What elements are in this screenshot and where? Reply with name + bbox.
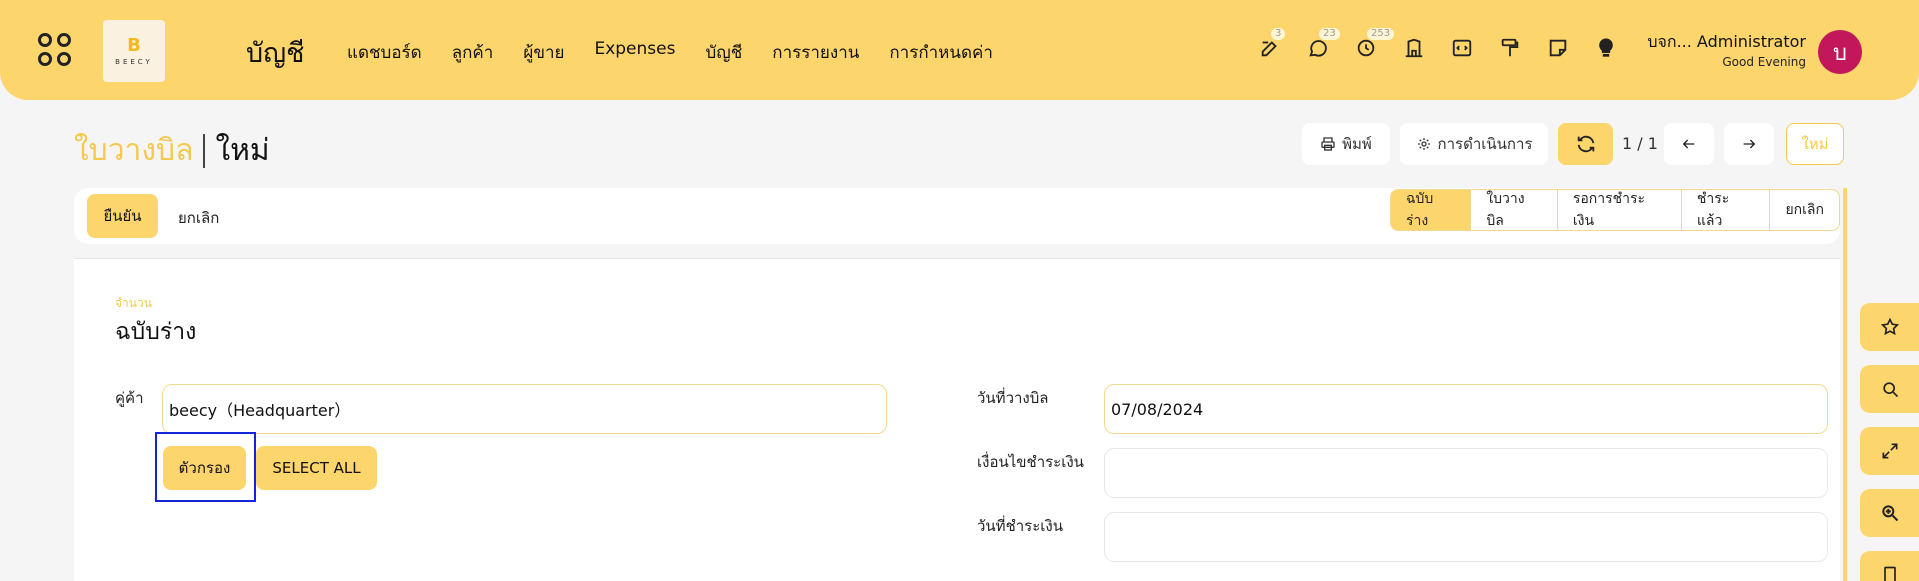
document-name: ฉบับร่าง: [115, 319, 197, 345]
form-sheet: จำนวน ฉบับร่าง คู่ค้า beecy（Headquarter）…: [74, 258, 1840, 581]
prev-record-button[interactable]: [1664, 123, 1714, 165]
bill-date-field[interactable]: 07/08/2024: [1104, 384, 1828, 434]
document-icon: [1883, 566, 1896, 581]
refresh-button[interactable]: [1558, 123, 1613, 165]
breadcrumb: ใบวางบิล ใหม่: [74, 127, 270, 174]
lightbulb-icon[interactable]: [1594, 36, 1618, 60]
status-bar: ยืนยัน ยกเลิก ฉบับร่าง ใบวางบิล รอการชำร…: [74, 188, 1840, 244]
apps-menu-icon[interactable]: [38, 33, 72, 67]
greeting-text: Good Evening: [1722, 55, 1806, 69]
nav-item-dashboard[interactable]: แดชบอร์ด: [347, 39, 422, 66]
confirm-button[interactable]: ยืนยัน: [87, 194, 158, 238]
messages-badge: 23: [1319, 28, 1340, 40]
expand-tool[interactable]: [1860, 427, 1919, 475]
payment-term-label: เงื่อนไขชำระเงิน: [977, 453, 1084, 471]
search-tool[interactable]: [1860, 365, 1919, 413]
nav-item-configuration[interactable]: การกำหนดค่า: [889, 39, 993, 66]
favorite-tool[interactable]: [1860, 303, 1919, 351]
star-icon: [1880, 317, 1899, 336]
number-label: จำนวน: [115, 296, 152, 310]
print-label: พิมพ์: [1342, 135, 1372, 153]
search-icon: [1882, 382, 1898, 398]
action-label: การดำเนินการ: [1437, 135, 1533, 153]
breadcrumb-parent[interactable]: ใบวางบิล: [74, 127, 193, 174]
nav-item-customers[interactable]: ลูกค้า: [452, 39, 494, 66]
stage-paid[interactable]: ชำระแล้ว: [1680, 190, 1770, 230]
clock-icon[interactable]: 253: [1354, 28, 1395, 60]
partner-label: คู่ค้า: [115, 389, 144, 407]
action-button[interactable]: การดำเนินการ: [1400, 123, 1548, 165]
payment-date-field[interactable]: [1104, 512, 1828, 562]
activity-badge: 3: [1271, 28, 1286, 40]
sheet-scrollbar[interactable]: [1843, 188, 1847, 581]
arrow-left-icon: [1682, 139, 1695, 149]
zoom-in-icon: [1881, 505, 1898, 522]
next-record-button[interactable]: [1724, 123, 1774, 165]
paint-roller-icon[interactable]: [1498, 36, 1522, 60]
nav-item-expenses[interactable]: Expenses: [594, 39, 675, 66]
stage-billing[interactable]: ใบวางบิล: [1470, 190, 1557, 230]
payment-term-field[interactable]: [1104, 448, 1828, 498]
printer-icon: [1321, 137, 1335, 151]
clock-badge: 253: [1367, 28, 1395, 40]
top-navbar: B BEECY บัญชี แดชบอร์ด ลูกค้า ผู้ขาย Exp…: [0, 0, 1919, 100]
gear-icon: [1417, 138, 1430, 150]
company-icon[interactable]: [1402, 36, 1426, 60]
print-button[interactable]: พิมพ์: [1302, 123, 1390, 165]
partner-field[interactable]: beecy（Headquarter）: [162, 384, 887, 434]
refresh-icon: [1577, 135, 1594, 153]
breadcrumb-divider: [203, 133, 206, 168]
nav-item-accounting[interactable]: บัญชี: [705, 39, 742, 66]
note-icon[interactable]: [1546, 36, 1570, 60]
new-button[interactable]: ใหม่: [1786, 123, 1844, 165]
stage-awaiting-payment[interactable]: รอการชำระเงิน: [1556, 190, 1681, 230]
nav-item-vendors[interactable]: ผู้ขาย: [523, 39, 564, 66]
document-tool[interactable]: [1860, 551, 1919, 581]
stage-cancelled[interactable]: ยกเลิก: [1769, 190, 1839, 230]
main-nav: แดชบอร์ด ลูกค้า ผู้ขาย Expenses บัญชี กา…: [347, 39, 993, 66]
company-logo[interactable]: B BEECY: [103, 20, 165, 82]
systray: 3 23 253: [1258, 28, 1618, 60]
zoom-tool[interactable]: [1860, 489, 1919, 537]
logo-text: BEECY: [115, 57, 153, 66]
messages-icon[interactable]: 23: [1306, 28, 1340, 60]
arrow-right-icon: [1743, 139, 1756, 149]
activity-icon[interactable]: 3: [1258, 28, 1286, 60]
stage-selector: ฉบับร่าง ใบวางบิล รอการชำระเงิน ชำระแล้ว…: [1390, 189, 1840, 231]
nav-item-reporting[interactable]: การรายงาน: [772, 39, 859, 66]
user-name[interactable]: บจก... Administrator: [1647, 30, 1806, 55]
module-title[interactable]: บัญชี: [246, 31, 304, 74]
stage-draft[interactable]: ฉบับร่าง: [1391, 190, 1471, 230]
avatar[interactable]: บ: [1818, 30, 1862, 74]
payment-date-label: วันที่ชำระเงิน: [977, 517, 1063, 535]
code-icon[interactable]: [1450, 36, 1474, 60]
select-all-button[interactable]: SELECT ALL: [256, 446, 377, 490]
cancel-button[interactable]: ยกเลิก: [178, 206, 219, 230]
logo-letter: B: [127, 34, 141, 56]
breadcrumb-current: ใหม่: [215, 133, 270, 168]
focus-highlight-box: [155, 432, 256, 502]
pager-value[interactable]: 1 / 1: [1622, 134, 1658, 153]
bill-date-label: วันที่วางบิล: [977, 389, 1049, 407]
expand-icon: [1882, 443, 1897, 459]
